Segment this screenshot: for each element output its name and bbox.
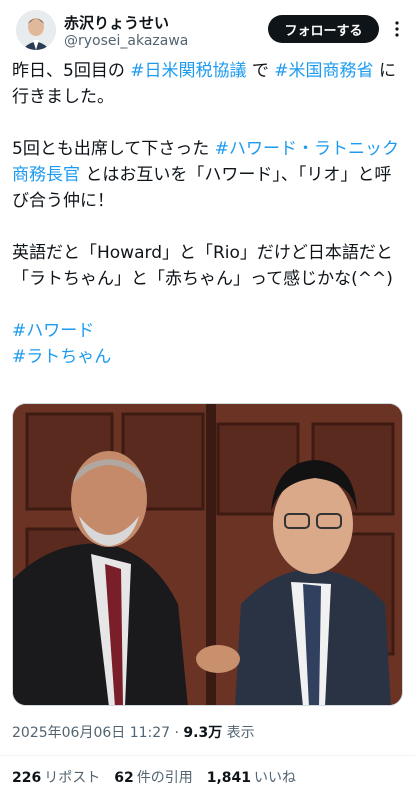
tweet-header: 赤沢りょうせい @ryosei_akazawa フォローする (0, 0, 415, 56)
tweet-meta: 2025年06月06日 11:27 · 9.3万 表示 (12, 722, 255, 742)
text-segment: 昨日、5回目の (12, 61, 131, 81)
reposts-stat[interactable]: 226 リポスト (12, 767, 100, 787)
hashtag-line: #ラトちゃん (12, 344, 405, 370)
quotes-count: 62 (114, 770, 134, 786)
author-avatar[interactable] (16, 10, 56, 50)
views-count: 9.3万 (183, 725, 223, 741)
reposts-count: 226 (12, 770, 42, 786)
views-label: 表示 (222, 725, 255, 741)
tweet-paragraph-3: 英語だと「Howard」と「Rio」だけど日本語だと「ラトちゃん」と「赤ちゃん」… (12, 243, 393, 289)
tweet-paragraph-1: 昨日、5回目の #日米関税協議 で #米国商務省 に行きました。 (12, 58, 405, 110)
likes-label: いいね (254, 770, 297, 786)
quotes-stat[interactable]: 62 件の引用 (114, 767, 192, 787)
author-handle[interactable]: @ryosei_akazawa (64, 33, 188, 49)
tweet-paragraph-2: 5回とも出席して下さった #ハワード・ラトニック商務長官 とはお互いを「ハワード… (12, 136, 405, 214)
tweet-text: 昨日、5回目の #日米関税協議 で #米国商務省 に行きました。 5回とも出席し… (12, 58, 405, 370)
likes-count: 1,841 (206, 770, 252, 786)
hashtag-line: #ハワード (12, 318, 405, 344)
tweet-photo[interactable] (12, 403, 403, 706)
tweet-datetime[interactable]: 2025年06月06日 11:27 (12, 725, 170, 741)
hashtag-link[interactable]: #ハワード (12, 321, 94, 341)
author-name[interactable]: 赤沢りょうせい (64, 12, 169, 33)
tweet-stats: 226 リポスト 62 件の引用 1,841 いいね (12, 767, 296, 787)
hashtag-link[interactable]: #日米関税協議 (130, 61, 246, 81)
more-vert-icon[interactable] (385, 15, 409, 43)
reposts-label: リポスト (44, 770, 101, 786)
quotes-label: 件の引用 (136, 770, 193, 786)
meta-separator: · (170, 725, 184, 741)
text-segment: で (246, 61, 275, 81)
hashtag-link[interactable]: #ラトちゃん (12, 347, 111, 367)
divider (0, 755, 415, 756)
hashtag-link[interactable]: #米国商務省 (274, 61, 373, 81)
text-segment: 5回とも出席して下さった (12, 139, 215, 159)
avatar-image (16, 10, 56, 50)
likes-stat[interactable]: 1,841 いいね (207, 767, 296, 787)
photo-image (13, 404, 402, 705)
follow-button[interactable]: フォローする (268, 15, 379, 43)
